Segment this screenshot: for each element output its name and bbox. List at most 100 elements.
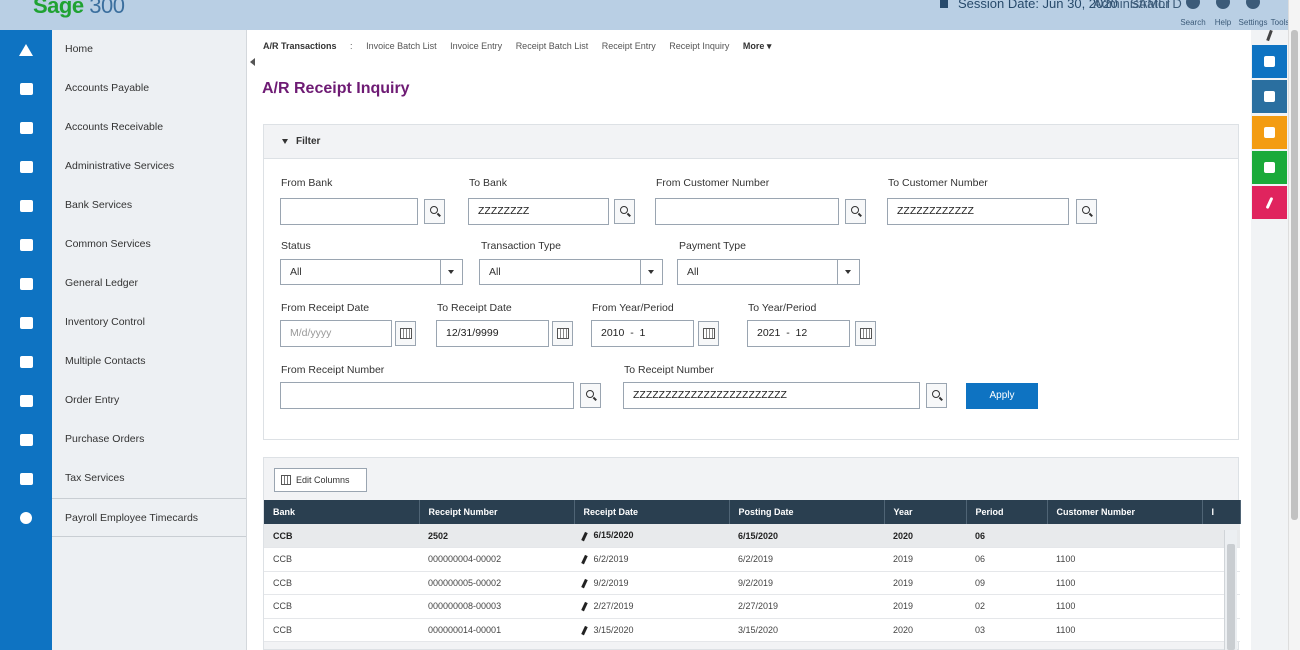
inventory-icon[interactable]: [0, 303, 52, 342]
document-icon[interactable]: [1252, 116, 1287, 149]
edit-pencil-icon[interactable]: [581, 602, 588, 612]
from-receipt-date-input[interactable]: M/d/yyyy: [280, 320, 392, 347]
nav-item-bank-services[interactable]: Bank Services: [52, 186, 246, 225]
page-icon[interactable]: [1252, 151, 1287, 184]
nav-item-multiple-contacts[interactable]: Multiple Contacts: [52, 342, 246, 381]
percent-icon[interactable]: [0, 459, 52, 498]
purchase-icon[interactable]: [0, 420, 52, 459]
link-receipt-entry[interactable]: Receipt Entry: [602, 41, 656, 51]
nav-item-administrative-services[interactable]: Administrative Services: [52, 147, 246, 186]
payment-type-select[interactable]: All: [677, 259, 860, 285]
to-receipt-number-input[interactable]: ZZZZZZZZZZZZZZZZZZZZZZZZ: [623, 382, 920, 409]
grid-scrollbar[interactable]: [1224, 530, 1237, 650]
transaction-type-select[interactable]: All: [479, 259, 663, 285]
to-receipt-date-input[interactable]: 12/31/9999: [436, 320, 549, 347]
link-invoice-entry[interactable]: Invoice Entry: [450, 41, 502, 51]
from-year-period-input[interactable]: 2010 - 1: [591, 320, 694, 347]
table-row[interactable]: CCB 000000014-00001 3/15/2020 3/15/2020 …: [264, 618, 1240, 642]
column-header-posting-date[interactable]: Posting Date: [729, 500, 885, 524]
user-menu[interactable]: Administrator: [1093, 0, 1170, 11]
cell-year: 2020: [884, 618, 966, 642]
nav-item-order-entry[interactable]: Order Entry: [52, 381, 246, 420]
from-receipt-number-input[interactable]: [280, 382, 574, 409]
to-customer-finder-button[interactable]: [1076, 199, 1097, 224]
column-header-more[interactable]: I: [1202, 500, 1241, 524]
column-header-year[interactable]: Year: [884, 500, 967, 524]
from-bank-label: From Bank: [281, 177, 333, 189]
from-receipt-number-finder-button[interactable]: [580, 383, 601, 408]
column-header-receipt-date[interactable]: Receipt Date: [574, 500, 730, 524]
cell-receipt-number: 000000004-00002: [419, 547, 574, 572]
window-search-icon[interactable]: [1252, 80, 1287, 113]
briefcase-icon[interactable]: [0, 225, 52, 264]
from-bank-finder-button[interactable]: [424, 199, 445, 224]
lock-icon[interactable]: [0, 147, 52, 186]
pen-icon[interactable]: [1252, 186, 1287, 219]
nav-item-inventory-control[interactable]: Inventory Control: [52, 303, 246, 342]
collapse-nav-icon[interactable]: [250, 58, 255, 66]
chevron-down-icon: [837, 260, 859, 284]
to-receipt-number-finder-button[interactable]: [926, 383, 947, 408]
window-icon[interactable]: [1252, 45, 1287, 78]
cell-customer-number: 1100: [1047, 594, 1202, 619]
from-year-period-label: From Year/Period: [592, 302, 674, 314]
filter-header[interactable]: Filter: [264, 125, 1238, 159]
page-scrollbar-thumb[interactable]: [1291, 30, 1298, 520]
table-row[interactable]: CCB 000000005-00002 9/2/2019 9/2/2019 20…: [264, 571, 1240, 595]
contacts-icon[interactable]: [0, 342, 52, 381]
company-label: SAMLTD: [1130, 0, 1182, 11]
nav-item-accounts-payable[interactable]: Accounts Payable: [52, 69, 246, 108]
to-year-period-input[interactable]: 2021 - 12: [747, 320, 850, 347]
edit-columns-button[interactable]: Edit Columns: [274, 468, 367, 492]
order-icon[interactable]: [0, 381, 52, 420]
from-customer-input[interactable]: [655, 198, 839, 225]
sage-logo[interactable]: Sage 300: [33, 0, 125, 19]
grid-scrollbar-thumb[interactable]: [1227, 544, 1235, 650]
to-bank-input[interactable]: ZZZZZZZZ: [468, 198, 609, 225]
to-customer-input[interactable]: ZZZZZZZZZZZZ: [887, 198, 1069, 225]
nav-item-home[interactable]: Home: [52, 30, 246, 69]
nav-item-purchase-orders[interactable]: Purchase Orders: [52, 420, 246, 459]
nav-item-payroll-timecards[interactable]: Payroll Employee Timecards: [52, 498, 246, 537]
edit-pencil-icon[interactable]: [581, 578, 588, 588]
clock-icon[interactable]: [0, 498, 52, 537]
to-receipt-date-picker[interactable]: [552, 321, 573, 346]
bank-icon[interactable]: [0, 186, 52, 225]
payable-icon[interactable]: [0, 69, 52, 108]
nav-item-general-ledger[interactable]: General Ledger: [52, 264, 246, 303]
more-menu[interactable]: More ▾: [743, 41, 772, 51]
to-year-period-picker[interactable]: [855, 321, 876, 346]
home-icon[interactable]: [0, 30, 52, 69]
calendar-icon: [557, 328, 569, 339]
to-bank-finder-button[interactable]: [614, 199, 635, 224]
link-invoice-batch-list[interactable]: Invoice Batch List: [366, 41, 437, 51]
from-customer-finder-button[interactable]: [845, 199, 866, 224]
apply-button[interactable]: Apply: [966, 383, 1038, 409]
table-row[interactable]: CCB 000000008-00003 2/27/2019 2/27/2019 …: [264, 594, 1240, 619]
cell-customer-number: [1047, 524, 1202, 548]
folder-icon[interactable]: [0, 264, 52, 303]
nav-item-accounts-receivable[interactable]: Accounts Receivable: [52, 108, 246, 147]
table-row[interactable]: CCB 2502 6/15/2020 6/15/2020 2020 06: [264, 524, 1240, 548]
from-year-period-picker[interactable]: [698, 321, 719, 346]
table-row[interactable]: CCB 000000004-00002 6/2/2019 6/2/2019 20…: [264, 547, 1240, 572]
column-header-period[interactable]: Period: [966, 500, 1048, 524]
nav-item-common-services[interactable]: Common Services: [52, 225, 246, 264]
receivable-icon[interactable]: [0, 108, 52, 147]
edit-pencil-icon[interactable]: [581, 555, 588, 565]
from-receipt-date-picker[interactable]: [395, 321, 416, 346]
to-bank-label: To Bank: [469, 177, 507, 189]
link-receipt-inquiry[interactable]: Receipt Inquiry: [669, 41, 729, 51]
edit-pencil-icon[interactable]: [581, 531, 588, 541]
column-header-bank[interactable]: Bank: [264, 500, 420, 524]
link-receipt-batch-list[interactable]: Receipt Batch List: [516, 41, 589, 51]
edit-pencil-icon[interactable]: [581, 625, 588, 635]
from-bank-input[interactable]: [280, 198, 418, 225]
nav-item-tax-services[interactable]: Tax Services: [52, 459, 246, 498]
column-header-receipt-number[interactable]: Receipt Number: [419, 500, 575, 524]
column-header-customer-number[interactable]: Customer Number: [1047, 500, 1203, 524]
status-select[interactable]: All: [280, 259, 463, 285]
breadcrumb-current[interactable]: A/R Transactions: [263, 41, 337, 51]
to-customer-label: To Customer Number: [888, 177, 988, 189]
page-scrollbar[interactable]: [1288, 0, 1300, 650]
